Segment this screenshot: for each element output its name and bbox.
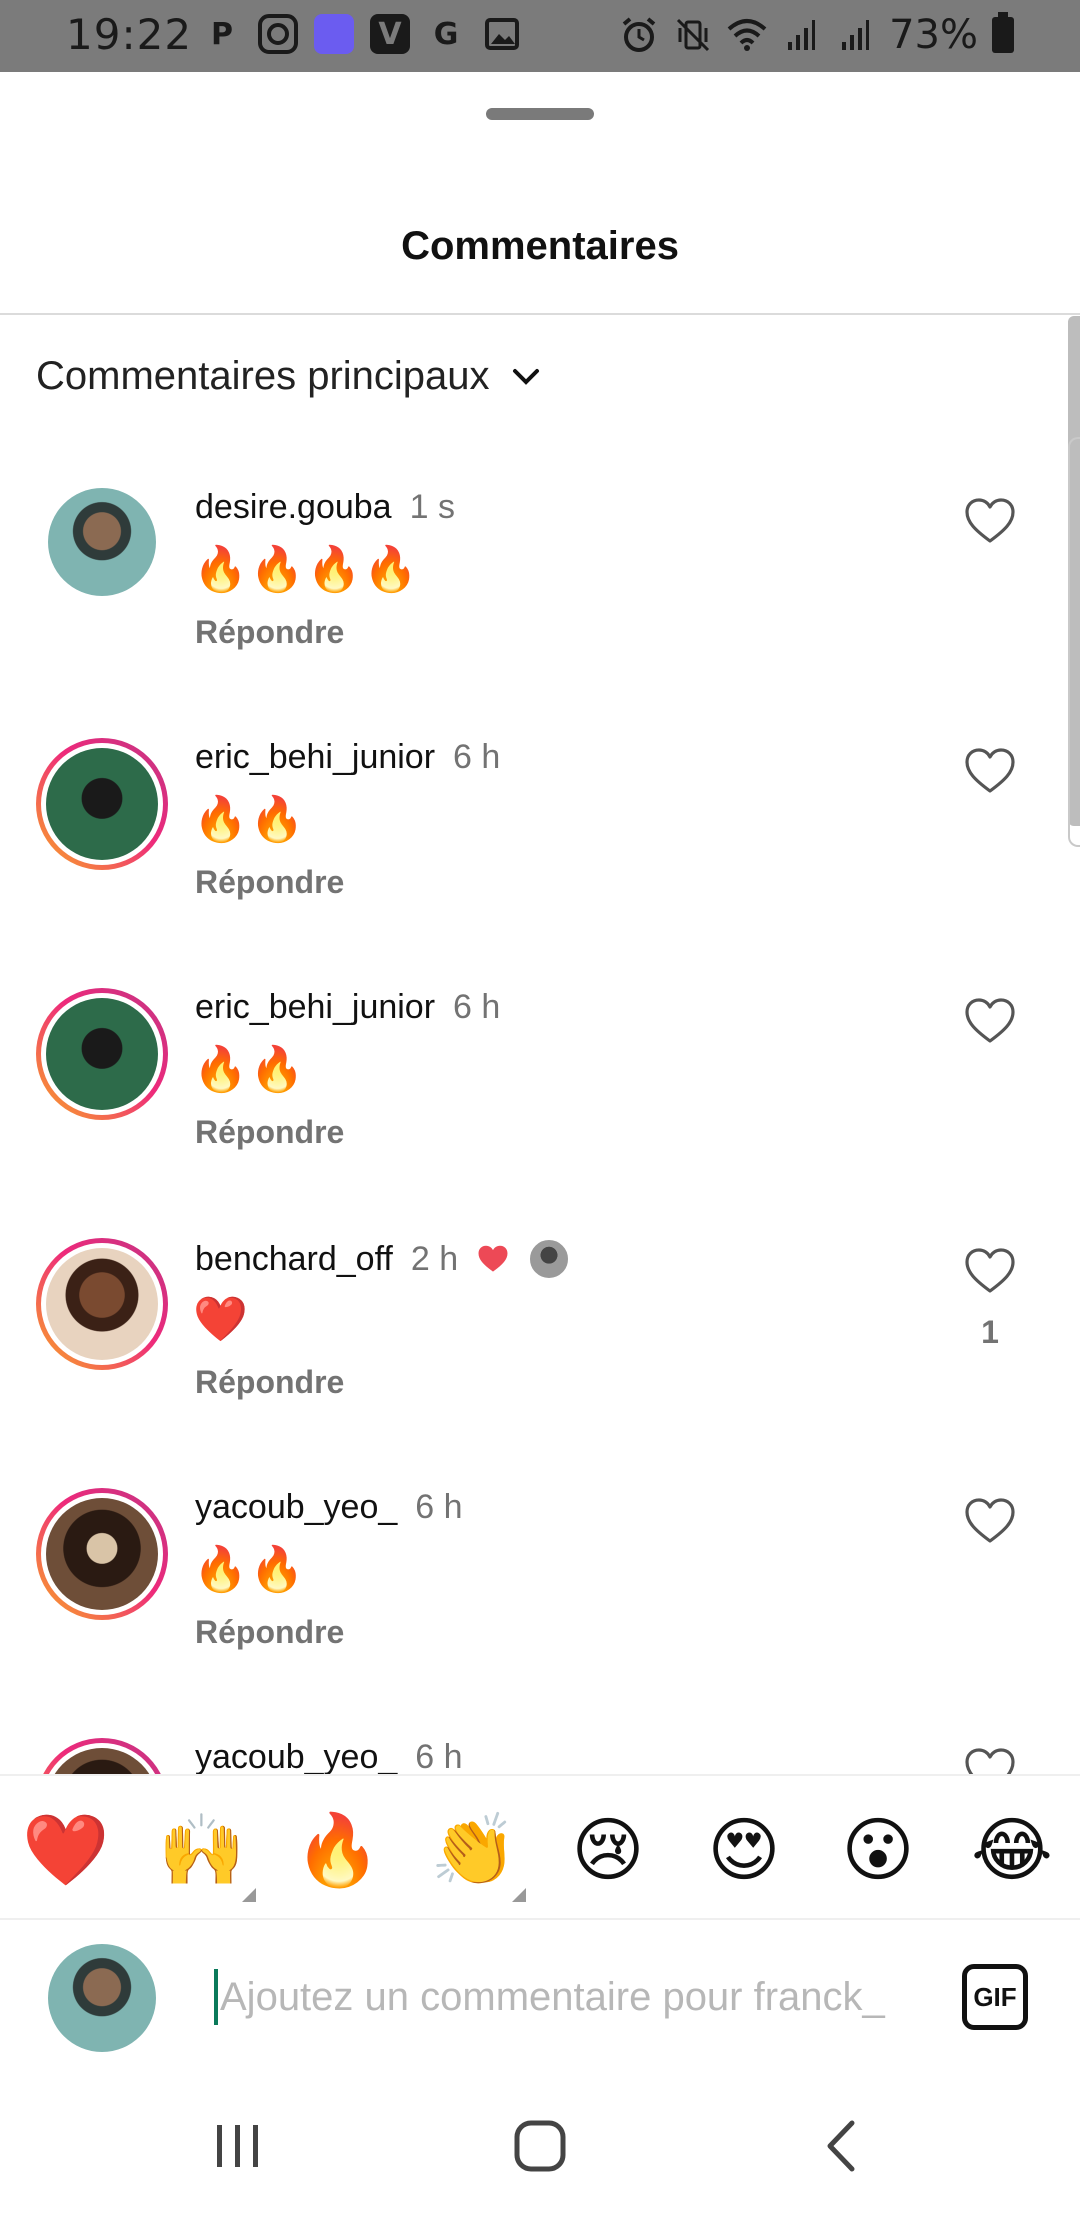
v-app-icon: V <box>370 14 410 54</box>
like-count[interactable]: 1 <box>963 1314 1017 1351</box>
comment-text: ❤️ <box>193 1294 250 1345</box>
comment-text: 🔥🔥 <box>193 794 307 845</box>
avatar-image <box>46 748 158 860</box>
emoji-reaction-bar: ❤️ 🙌 🔥 👏 😢 😍 😮 😂 <box>0 1774 1080 1920</box>
avatar-with-story-ring[interactable] <box>36 738 168 870</box>
comments-sheet: Commentaires Commentaires principaux des… <box>0 72 1080 2220</box>
comment-list[interactable]: desire.gouba 1 s 🔥🔥🔥🔥 Répondre eric_behi… <box>0 72 1080 1845</box>
vibrate-off-icon <box>673 15 713 55</box>
comment-text: 🔥🔥🔥🔥 <box>193 544 421 595</box>
crying-face-emoji-button[interactable]: 😢 <box>560 1802 656 1898</box>
battery-percent: 73% <box>889 12 978 58</box>
comment-header: benchard_off 2 h <box>195 1238 571 1280</box>
comment-time: 6 h <box>415 1738 463 1776</box>
surprised-face-emoji-button[interactable]: 😮 <box>830 1802 926 1898</box>
alarm-icon <box>619 15 659 55</box>
heart-outline-icon[interactable] <box>963 996 1017 1046</box>
comment-item: eric_behi_junior 6 h 🔥🔥 Répondre <box>0 988 1080 1240</box>
signal-icon <box>781 15 821 55</box>
home-icon <box>514 2120 566 2172</box>
comment-header: yacoub_yeo_ 6 h <box>195 1488 463 1527</box>
avatar-image <box>46 1248 158 1360</box>
heart-outline-icon[interactable] <box>963 746 1017 796</box>
author-avatar <box>528 1238 571 1280</box>
g-app-icon: G <box>433 16 459 52</box>
todo-icon <box>314 14 354 54</box>
avatar-with-story-ring[interactable] <box>36 1488 168 1620</box>
wifi-icon <box>727 15 767 55</box>
notification-icons: P V G <box>202 14 522 54</box>
system-navigation-bar <box>0 2072 1080 2220</box>
recent-apps-button[interactable] <box>202 2110 274 2182</box>
gallery-icon <box>482 14 522 54</box>
back-button[interactable] <box>806 2110 878 2182</box>
instagram-icon <box>258 14 298 54</box>
recent-apps-icon <box>217 2125 258 2167</box>
comment-username[interactable]: desire.gouba <box>195 488 392 527</box>
skin-tone-indicator-icon <box>242 1888 256 1902</box>
avatar-with-story-ring[interactable] <box>36 1238 168 1370</box>
text-caret <box>214 1969 218 2025</box>
comment-item: desire.gouba 1 s 🔥🔥🔥🔥 Répondre <box>0 488 1080 740</box>
reply-button[interactable]: Répondre <box>195 864 344 901</box>
comment-header: eric_behi_junior 6 h <box>195 988 500 1027</box>
avatar-image <box>46 1498 158 1610</box>
comment-input[interactable] <box>220 1974 900 2020</box>
clapping-hands-emoji-button[interactable]: 👏 <box>426 1802 522 1898</box>
comment-username[interactable]: eric_behi_junior <box>195 988 435 1027</box>
comment-username[interactable]: eric_behi_junior <box>195 738 435 777</box>
heart-outline-icon[interactable] <box>963 496 1017 546</box>
avatar-with-story-ring[interactable] <box>36 988 168 1120</box>
author-liked-heart-icon <box>478 1245 508 1272</box>
comment-composer: GIF <box>0 1922 1080 2072</box>
home-button[interactable] <box>504 2110 576 2182</box>
signal-icon-2 <box>835 15 875 55</box>
tears-of-joy-emoji-button[interactable]: 😂 <box>964 1802 1060 1898</box>
status-bar: 19:22 P V G 73% <box>0 0 1080 72</box>
comment-header: desire.gouba 1 s <box>195 488 455 527</box>
comment-item: yacoub_yeo_ 6 h 🔥🔥 Répondre <box>0 1488 1080 1740</box>
avatar-image <box>48 488 156 596</box>
comment-time: 6 h <box>415 1488 463 1526</box>
reply-button[interactable]: Répondre <box>195 1364 344 1401</box>
comment-time: 2 h <box>410 1239 459 1278</box>
system-indicators: 73% <box>619 12 1014 58</box>
comment-time: 6 h <box>453 738 501 776</box>
skin-tone-indicator-icon <box>512 1888 526 1902</box>
comment-username[interactable]: yacoub_yeo_ <box>195 1738 397 1777</box>
avatar[interactable] <box>48 488 156 596</box>
back-chevron-icon <box>827 2120 855 2172</box>
comment-item: benchard_off 2 h ❤️ Répondre 1 <box>0 1238 1080 1490</box>
heart-eyes-emoji-button[interactable]: 😍 <box>696 1802 792 1898</box>
battery-icon <box>992 12 1014 53</box>
comment-header: yacoub_yeo_ 6 h <box>195 1738 463 1777</box>
comment-text: 🔥🔥 <box>193 1544 307 1595</box>
comment-item: eric_behi_junior 6 h 🔥🔥 Répondre <box>0 738 1080 990</box>
reply-button[interactable]: Répondre <box>195 614 344 651</box>
gif-button[interactable]: GIF <box>962 1964 1028 2030</box>
comment-header: eric_behi_junior 6 h <box>195 738 500 777</box>
comment-text: 🔥🔥 <box>193 1044 307 1095</box>
p-app-icon: P <box>211 16 233 52</box>
comment-time: 1 s <box>409 488 455 526</box>
comment-username[interactable]: yacoub_yeo_ <box>195 1488 397 1527</box>
comment-username[interactable]: benchard_off <box>195 1240 393 1279</box>
reply-button[interactable]: Répondre <box>195 1114 344 1151</box>
raising-hands-emoji-button[interactable]: 🙌 <box>154 1802 250 1898</box>
reply-button[interactable]: Répondre <box>195 1614 344 1651</box>
current-user-avatar <box>48 1944 156 2052</box>
heart-outline-icon[interactable] <box>963 1246 1017 1296</box>
comment-time: 6 h <box>453 988 501 1026</box>
status-time: 19:22 <box>66 10 193 59</box>
comment-input-wrapper[interactable] <box>214 1962 914 2032</box>
avatar-image <box>46 998 158 1110</box>
red-heart-emoji-button[interactable]: ❤️ <box>18 1802 114 1898</box>
heart-outline-icon[interactable] <box>963 1496 1017 1546</box>
fire-emoji-button[interactable]: 🔥 <box>290 1802 386 1898</box>
